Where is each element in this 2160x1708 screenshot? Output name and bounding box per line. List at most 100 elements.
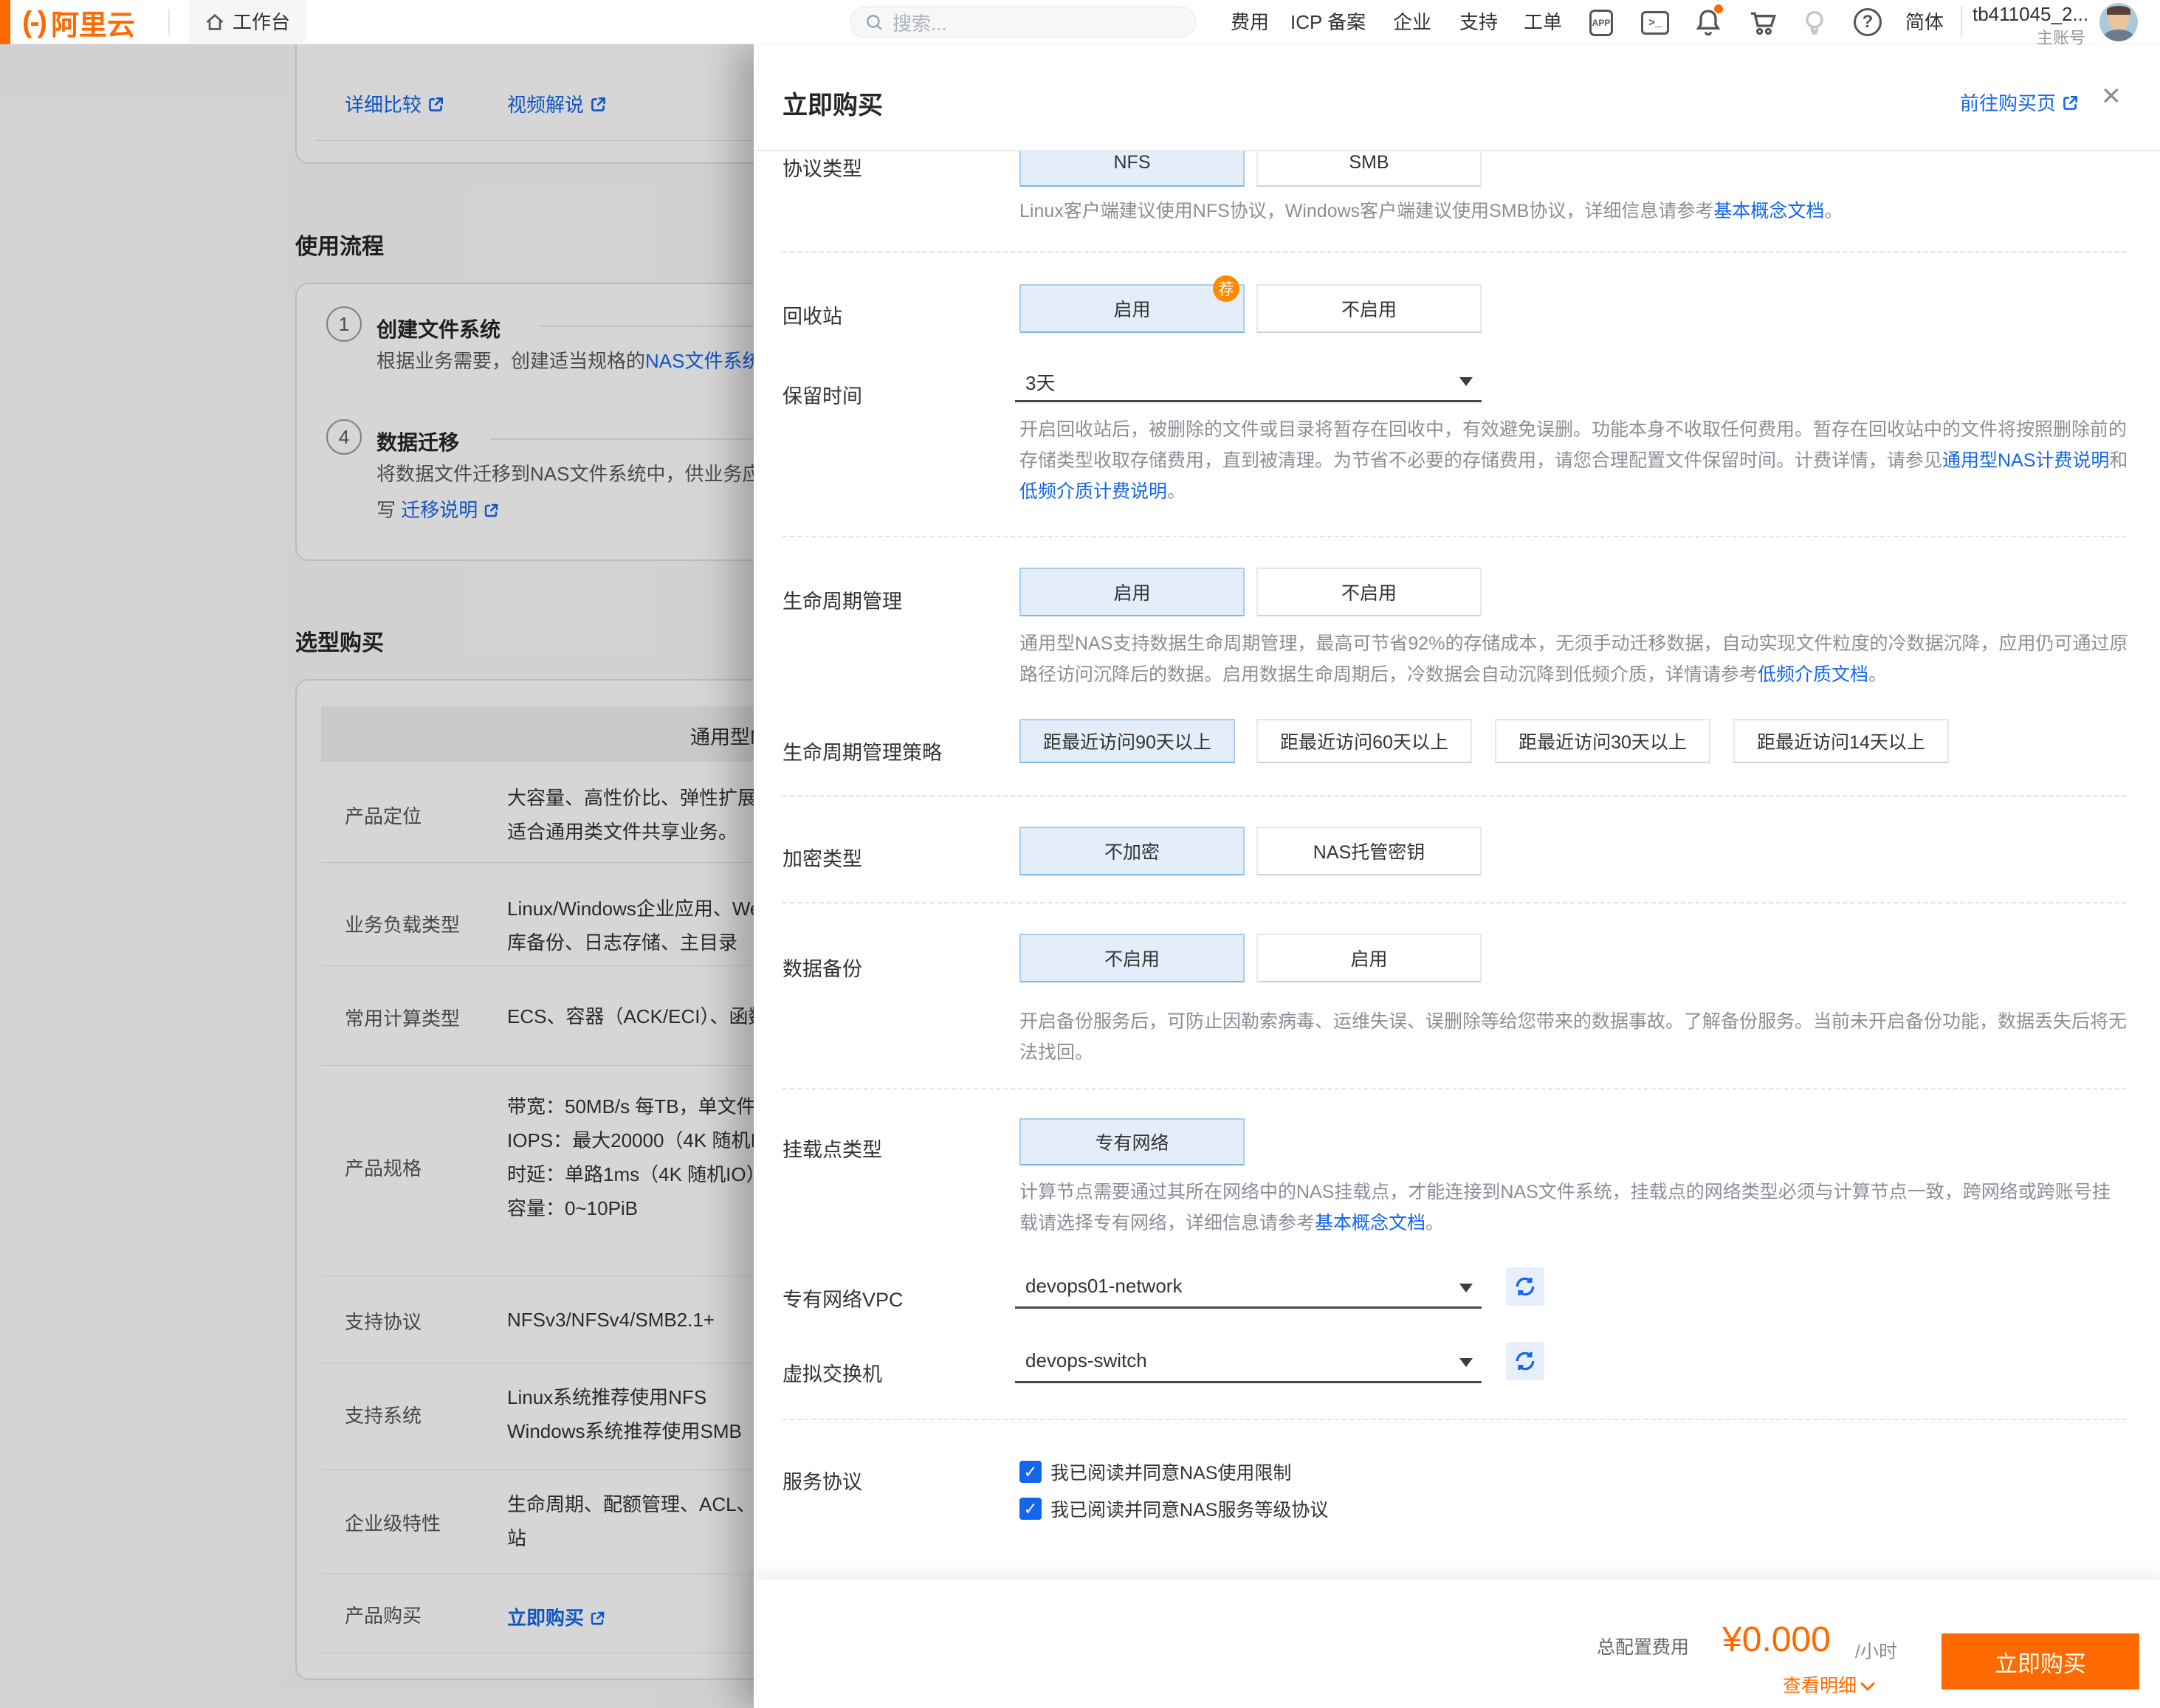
home-icon — [204, 12, 225, 32]
terminal-icon[interactable]: >_ — [1640, 10, 1670, 35]
section-divider — [783, 795, 2127, 796]
notification-dot — [1714, 4, 1723, 13]
price-unit: /小时 — [1855, 1637, 1897, 1664]
vpc-select[interactable]: devops01-network — [1015, 1264, 1482, 1309]
backup-disable-button[interactable]: 不启用 — [1019, 934, 1245, 982]
app-icon[interactable]: APP — [1586, 8, 1616, 38]
lifecycle-label: 生命周期管理 — [783, 585, 902, 614]
recommend-badge: 荐 — [1213, 275, 1239, 302]
search-input[interactable]: 搜索... — [850, 6, 1197, 38]
menu-item-fee[interactable]: 费用 — [1231, 0, 1269, 44]
modal-footer: 总配置费用 ¥0.000 /小时 查看明细 立即购买 — [754, 1580, 2160, 1708]
menu-item-icp[interactable]: ICP 备案 — [1290, 0, 1366, 44]
encrypt-none-button[interactable]: 不加密 — [1019, 827, 1245, 875]
protocol-desc: Linux客户端建议使用NFS协议，Windows客户端建议使用SMB协议，详细… — [1019, 196, 2128, 227]
goto-purchase-page-link[interactable]: 前往购买页 — [1960, 89, 2080, 118]
menu-item-support[interactable]: 支持 — [1459, 0, 1498, 44]
nas-billing-doc-link[interactable]: 通用型NAS计费说明 — [1942, 450, 2109, 471]
section-divider — [783, 251, 2127, 252]
retention-label: 保留时间 — [783, 380, 862, 409]
avatar[interactable] — [2099, 3, 2138, 41]
lowfreq-doc-link[interactable]: 低频介质文档 — [1758, 664, 1868, 685]
vpc-refresh-button[interactable] — [1506, 1267, 1544, 1306]
lightbulb-icon[interactable] — [1800, 7, 1829, 37]
vpc-label: 专有网络VPC — [783, 1284, 904, 1312]
total-price: ¥0.000 — [1722, 1619, 1831, 1660]
policy-option-14d[interactable]: 距最近访问14天以上 — [1733, 719, 1949, 763]
chevron-down-icon — [1860, 1676, 1875, 1691]
nas-sla-link[interactable]: NAS服务等级协议 — [1180, 1495, 1328, 1522]
lifecycle-disable-button[interactable]: 不启用 — [1256, 568, 1482, 616]
vswitch-select[interactable]: devops-switch — [1015, 1339, 1482, 1383]
basic-concept-doc-link[interactable]: 基本概念文档 — [1713, 201, 1824, 221]
close-icon[interactable]: × — [2102, 80, 2121, 112]
backup-label: 数据备份 — [783, 953, 862, 982]
recycle-desc: 开启回收站后，被删除的文件或目录将暂存在回收中，有效避免误删。功能本身不收取任何… — [1019, 414, 2128, 507]
protocol-option-smb[interactable]: SMB — [1256, 151, 1482, 187]
vswitch-refresh-button[interactable] — [1506, 1342, 1544, 1380]
mount-vpc-button[interactable]: 专有网络 — [1019, 1118, 1245, 1165]
encrypt-label: 加密类型 — [783, 843, 862, 872]
caret-down-icon — [1459, 1284, 1473, 1292]
avatar-hair — [2107, 6, 2130, 15]
modal-body: 协议类型 NFS SMB Linux客户端建议使用NFS协议，Windows客户… — [754, 151, 2160, 1580]
backup-enable-button[interactable]: 启用 — [1256, 934, 1482, 982]
section-divider — [783, 1419, 2127, 1420]
mount-desc: 计算节点需要通过其所在网络中的NAS挂载点，才能连接到NAS文件系统，挂载点的网… — [1019, 1177, 2128, 1239]
policy-option-90d[interactable]: 距最近访问90天以上 — [1019, 719, 1235, 763]
policy-label: 生命周期管理策略 — [783, 737, 942, 765]
basic-concept-doc-link[interactable]: 基本概念文档 — [1315, 1213, 1425, 1233]
encrypt-managed-key-button[interactable]: NAS托管密钥 — [1256, 827, 1482, 875]
alibaba-cloud-logo[interactable]: (-) 阿里云 — [22, 0, 135, 44]
caret-down-icon — [1459, 377, 1473, 386]
nas-usage-limit-link[interactable]: NAS使用限制 — [1180, 1459, 1291, 1485]
checkbox-checked[interactable]: ✓ — [1019, 1461, 1042, 1483]
menu-item-ticket[interactable]: 工单 — [1524, 0, 1562, 44]
backup-desc: 开启备份服务后，可防止因勒索病毒、运维失误、误删除等给您带来的数据事故。了解备份… — [1019, 1006, 2128, 1068]
recycle-label: 回收站 — [783, 300, 842, 329]
policy-option-60d[interactable]: 距最近访问60天以上 — [1256, 719, 1472, 763]
checkbox-checked[interactable]: ✓ — [1019, 1498, 1042, 1520]
vswitch-label: 虚拟交换机 — [783, 1358, 882, 1387]
brand-strip — [0, 0, 10, 44]
caret-down-icon — [1459, 1358, 1473, 1367]
account-type: 主账号 — [1972, 25, 2085, 49]
mount-label: 挂载点类型 — [783, 1134, 882, 1163]
section-divider — [783, 902, 2127, 903]
global-topbar: (-) 阿里云 工作台 搜索... 费用 ICP 备案 企业 支持 工单 APP… — [0, 0, 2160, 44]
logo-mark-icon: (-) — [22, 6, 45, 39]
divider — [1961, 6, 1962, 38]
modal-title: 立即购买 — [783, 85, 883, 121]
search-placeholder: 搜索... — [892, 9, 947, 36]
modal-header: 立即购买 前往购买页 × — [754, 44, 2160, 151]
fee-label: 总配置费用 — [1597, 1633, 1689, 1659]
account-name[interactable]: tb411045_2... — [1972, 3, 2085, 26]
recycle-disable-button[interactable]: 不启用 — [1256, 284, 1482, 333]
recycle-enable-button[interactable]: 启用 — [1019, 284, 1245, 333]
help-icon[interactable]: ? — [1854, 8, 1882, 36]
lowfreq-billing-doc-link[interactable]: 低频介质计费说明 — [1019, 481, 1167, 502]
policy-option-30d[interactable]: 距最近访问30天以上 — [1495, 719, 1710, 763]
view-detail-link[interactable]: 查看明细 — [1783, 1671, 1873, 1698]
screen: 详细比较 视频解说 使用流程 1 创建文件系统 根据业务需要，创建适当规格的NA… — [0, 0, 2160, 1708]
avatar-body — [2104, 30, 2133, 41]
purchase-modal: 立即购买 前往购买页 × 协议类型 NFS SMB Linux客户端建议使用NF… — [754, 44, 2160, 1708]
language-switch[interactable]: 简体 — [1905, 0, 1944, 44]
divider — [168, 9, 170, 35]
protocol-option-nfs[interactable]: NFS — [1019, 151, 1245, 187]
agreement-label: 服务协议 — [783, 1466, 862, 1495]
workbench-tab[interactable]: 工作台 — [189, 0, 306, 44]
lifecycle-enable-button[interactable]: 启用 — [1019, 568, 1245, 616]
lifecycle-desc: 通用型NAS支持数据生命周期管理，最高可节省92%的存储成本，无须手动迁移数据，… — [1019, 628, 2128, 690]
agreement-item: ✓ 我已阅读并同意 NAS服务等级协议 — [1019, 1495, 1328, 1522]
section-divider — [783, 1088, 2127, 1089]
agreement-item: ✓ 我已阅读并同意 NAS使用限制 — [1019, 1459, 1291, 1485]
buy-now-button[interactable]: 立即购买 — [1941, 1633, 2139, 1690]
retention-select[interactable]: 3天 — [1015, 358, 1482, 402]
search-icon — [864, 13, 884, 32]
menu-item-enterprise[interactable]: 企业 — [1393, 0, 1431, 44]
cart-icon[interactable] — [1747, 7, 1777, 37]
logo-text: 阿里云 — [51, 2, 135, 43]
section-divider — [783, 536, 2127, 537]
protocol-label: 协议类型 — [783, 153, 862, 182]
